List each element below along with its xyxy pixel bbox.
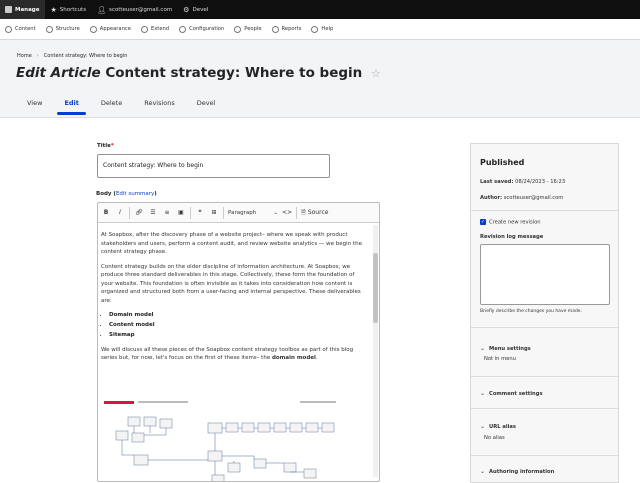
menu-icon [5,6,12,13]
bold-button[interactable]: B [101,209,111,216]
title-input[interactable]: Content strategy: Where to begin [97,154,330,178]
editor-toolbar: B I 🔗︎ ☰ ≡ ▣ ❝ ⊞ Paragraph ⌄ <> 🗎︎ Source [98,203,379,223]
chevron-down-icon: ⌄ [273,209,278,216]
help-icon [311,25,319,33]
revision-help: Briefly describe the changes you have ma… [480,309,583,314]
revision-log-textarea[interactable] [480,244,610,305]
structure-icon [45,25,53,33]
authoring-info-toggle[interactable]: ⌄ Authoring information [480,468,554,475]
source-icon: 🗎︎ [301,208,306,216]
body-paragraph: At Soapbox, after the discovery phase of… [101,232,362,255]
page-title: Edit Article Content strategy: Where to … [16,65,381,81]
divider [471,376,618,377]
manage-button[interactable]: Manage [0,0,46,19]
meta-sidebar: Published Last saved: 08/24/2023 - 16:23… [470,143,619,483]
list-item: Content model [109,321,367,330]
numbered-list-icon[interactable]: ≡ [162,209,172,216]
divider [471,408,618,409]
reports-icon [271,25,279,33]
breadcrumb-current[interactable]: Content strategy: Where to begin [44,53,128,59]
toolbar-divider [296,206,297,219]
divider [471,210,618,211]
deliverables-list: Domain model Content model Sitemap [109,311,367,340]
page-header: Home › Content strategy: Where to begin … [0,40,640,118]
last-saved: Last saved: 08/24/2023 - 16:23 [480,179,566,185]
list-item: Sitemap [109,331,367,340]
admin-toolbar: Manage ★ Shortcuts 👤︎ scotteuser@gmail.c… [0,0,640,19]
body-editor[interactable]: B I 🔗︎ ☰ ≡ ▣ ❝ ⊞ Paragraph ⌄ <> 🗎︎ Source … [97,202,380,482]
tray-item-content[interactable]: Content [0,19,41,40]
chevron-down-icon: ⌄ [480,423,486,430]
devel-button[interactable]: ⚙ Devel [178,0,214,19]
url-alias-summary: No alias [484,435,505,441]
scrollbar-thumb[interactable] [373,253,378,323]
tab-delete[interactable]: Delete [90,95,133,115]
domain-model-diagram [104,399,340,481]
toolbar-divider [190,206,191,219]
gear-icon: ⚙ [183,5,190,14]
user-button[interactable]: 👤︎ scotteuser@gmail.com [92,0,178,19]
toolbar-divider [129,206,130,219]
wrench-icon [179,25,187,33]
tab-revisions[interactable]: Revisions [133,95,186,115]
menu-settings-summary: Not in menu [484,356,516,362]
chevron-down-icon: ⌄ [480,390,486,397]
chevron-down-icon: ⌄ [480,468,486,475]
local-tabs: View Edit Delete Revisions Devel [16,95,226,115]
content-icon [5,25,12,33]
link-icon[interactable]: 🔗︎ [134,209,144,216]
shortcuts-button[interactable]: ★ Shortcuts [45,0,92,19]
user-icon: 👤︎ [97,5,106,14]
comment-settings-toggle[interactable]: ⌄ Comment settings [480,390,543,397]
checkmark-icon: ✓ [480,219,486,225]
source-button[interactable]: 🗎︎ Source [301,208,328,218]
people-icon [234,25,242,33]
tray-item-extend[interactable]: Extend [136,19,174,40]
create-revision-checkbox[interactable]: ✓ Create new revision [480,219,541,226]
star-icon[interactable]: ☆ [371,67,381,80]
breadcrumb-home[interactable]: Home [17,53,32,59]
title-label: Title* [97,143,114,149]
editor-scrollbar[interactable] [373,225,378,477]
breadcrumb: Home › Content strategy: Where to begin [17,53,127,59]
tab-devel[interactable]: Devel [186,95,227,115]
bulleted-list-icon[interactable]: ☰ [148,209,158,216]
chevron-down-icon: ⌄ [480,345,486,352]
menu-settings-toggle[interactable]: ⌄ Menu settings [480,345,531,352]
blockquote-icon[interactable]: ❝ [195,209,205,216]
admin-tray: Content Structure Appearance Extend Conf… [0,19,640,40]
divider [471,455,618,456]
breadcrumb-separator: › [36,53,39,59]
list-item: Domain model [109,311,367,320]
table-icon[interactable]: ⊞ [209,209,219,216]
tray-item-configuration[interactable]: Configuration [174,19,229,40]
tray-item-people[interactable]: People [229,19,266,40]
appearance-icon [89,25,97,33]
url-alias-toggle[interactable]: ⌄ URL alias [480,423,516,430]
tray-item-reports[interactable]: Reports [267,19,307,40]
italic-button[interactable]: I [115,209,125,216]
format-select[interactable]: Paragraph ⌄ [228,210,278,216]
tab-edit[interactable]: Edit [53,95,89,115]
tray-item-help[interactable]: Help [306,19,338,40]
status-heading: Published [480,158,525,167]
body-paragraph: Content strategy builds on the older dis… [101,263,361,304]
revision-log-label: Revision log message [480,234,544,240]
code-icon[interactable]: <> [282,209,292,216]
body-label: Body (Edit summary) [96,191,157,197]
editor-content[interactable]: At Soapbox, after the discovery phase of… [98,223,379,481]
star-icon: ★ [50,5,57,14]
author: Author: scotteuser@gmail.com [480,195,564,201]
image-icon[interactable]: ▣ [176,209,186,216]
tab-view[interactable]: View [16,95,53,115]
extend-icon [140,25,148,33]
body-paragraph: We will discuss all these pieces of the … [101,346,354,362]
toolbar-divider [223,206,224,219]
tray-item-structure[interactable]: Structure [41,19,85,40]
tray-item-appearance[interactable]: Appearance [85,19,136,40]
divider [471,327,618,328]
edit-summary-link[interactable]: Edit summary [116,191,154,197]
